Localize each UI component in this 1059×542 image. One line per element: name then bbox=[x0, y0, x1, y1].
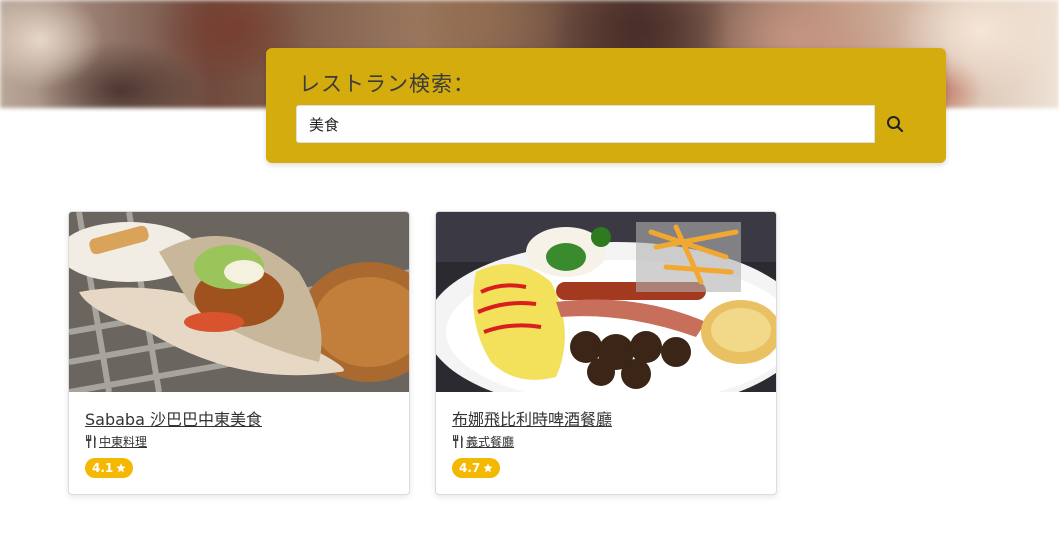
restaurant-category[interactable]: 中東料理 bbox=[85, 433, 147, 450]
search-button[interactable] bbox=[875, 105, 915, 143]
restaurant-name[interactable]: 布娜飛比利時啤酒餐廳 bbox=[452, 406, 612, 430]
restaurant-card[interactable]: Sababa 沙巴巴中東美食 中東料理 4.1 bbox=[68, 211, 410, 495]
search-icon bbox=[887, 116, 904, 133]
sausage-platter-photo[interactable] bbox=[436, 212, 777, 392]
rating-value: 4.1 bbox=[92, 461, 114, 475]
rating-badge: 4.7 bbox=[452, 458, 501, 478]
rating-value: 4.7 bbox=[459, 461, 481, 475]
restaurant-name[interactable]: Sababa 沙巴巴中東美食 bbox=[85, 406, 262, 430]
pita-wrap-photo[interactable] bbox=[69, 212, 410, 392]
search-title: レストラン検索： bbox=[299, 72, 475, 96]
category-label[interactable]: 義式餐廳 bbox=[466, 433, 514, 450]
restaurant-category[interactable]: 義式餐廳 bbox=[452, 433, 514, 450]
star-icon bbox=[116, 463, 126, 473]
search-input[interactable] bbox=[296, 105, 875, 143]
star-icon bbox=[483, 463, 493, 473]
utensils-icon bbox=[453, 435, 463, 448]
restaurant-card[interactable]: 布娜飛比利時啤酒餐廳 義式餐廳 4.7 bbox=[435, 211, 777, 495]
utensils-icon bbox=[86, 435, 96, 448]
category-label[interactable]: 中東料理 bbox=[99, 433, 147, 450]
search-panel: レストラン検索： bbox=[266, 48, 946, 163]
rating-badge: 4.1 bbox=[85, 458, 134, 478]
